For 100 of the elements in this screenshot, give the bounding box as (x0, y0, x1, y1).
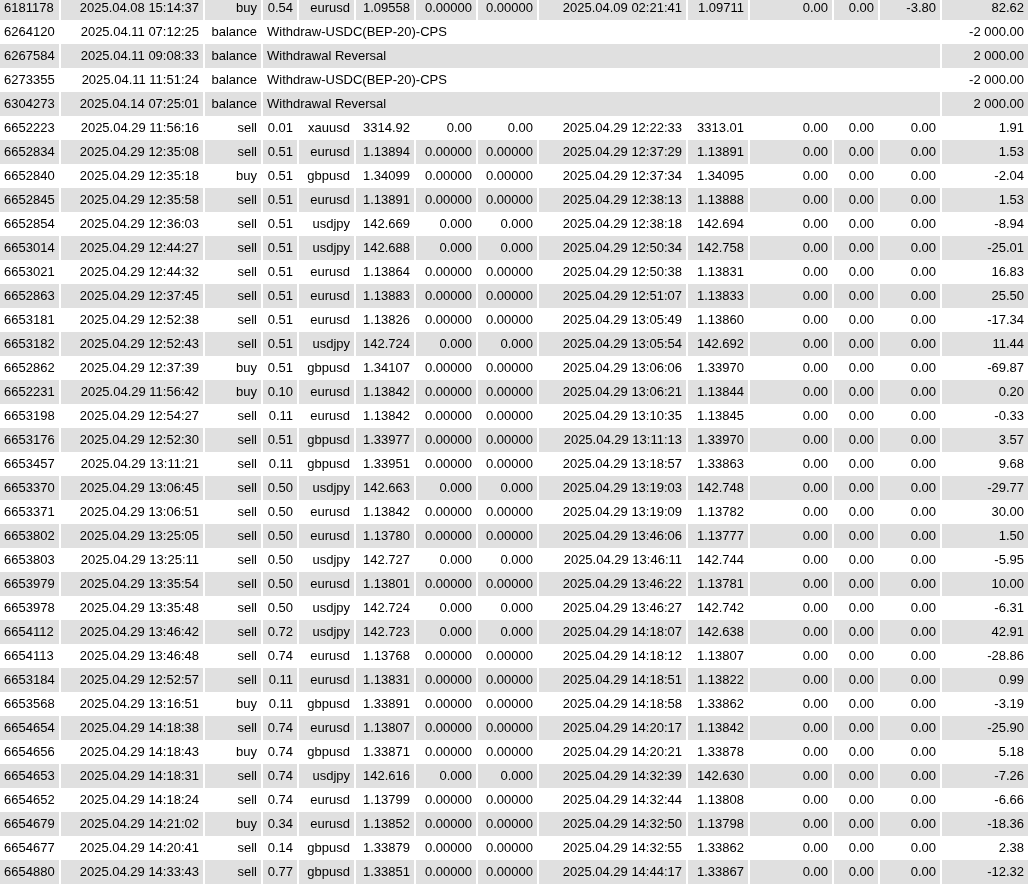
table-cell-text: eurusd (309, 647, 351, 665)
table-cell: 0.00000 (478, 140, 537, 164)
table-cell: 3.57 (942, 428, 1028, 452)
table-cell: 6653176 (0, 428, 59, 452)
table-cell-text: 1.13831 (696, 263, 745, 281)
table-cell: 0.00 (880, 524, 940, 548)
table-cell: 0.00000 (478, 0, 537, 20)
table-cell-text: 0.11 (267, 455, 294, 473)
table-cell: sell (205, 860, 261, 884)
table-cell-text: 2025.04.29 12:52:38 (78, 311, 200, 329)
table-cell: 2025.04.29 13:11:13 (539, 428, 686, 452)
table-cell: 1.13852 (356, 812, 414, 836)
table-cell: 0.00000 (478, 572, 537, 596)
table-cell: 6652834 (0, 140, 59, 164)
table-cell: 0.00 (880, 764, 940, 788)
table-cell: 0.50 (263, 476, 297, 500)
table-cell: 0.77 (263, 860, 297, 884)
table-cell: 2025.04.29 13:06:45 (61, 476, 203, 500)
table-cell-text: 0.00000 (424, 503, 473, 521)
table-cell: 2025.04.29 14:21:02 (61, 812, 203, 836)
table-cell-text: 142.694 (696, 215, 745, 233)
table-cell: 0.000 (416, 764, 476, 788)
table-cell: 0.00000 (478, 524, 537, 548)
table-cell-text: 6654656 (3, 743, 56, 761)
table-cell-text: 0.000 (499, 215, 534, 233)
table-cell: 0.00 (750, 764, 832, 788)
table-cell-text: 0.50 (266, 551, 294, 569)
table-cell: 0.00 (834, 716, 878, 740)
table-cell: 1.09558 (356, 0, 414, 20)
table-cell-text: usdjpy (311, 599, 351, 617)
table-cell: sell (205, 428, 261, 452)
table-cell: 0.00 (834, 524, 878, 548)
table-cell-text: -2.04 (993, 167, 1025, 185)
table-cell-text: 2025.04.29 14:20:21 (561, 743, 683, 761)
table-cell-text: 30.00 (990, 503, 1025, 521)
table-cell-text: usdjpy (311, 215, 351, 233)
table-cell-text: 2025.04.29 14:18:43 (78, 743, 200, 761)
table-cell: 0.00 (834, 0, 878, 20)
table-cell-text: 0.00 (847, 839, 875, 857)
table-cell: sell (205, 572, 261, 596)
table-cell-text: 1.33862 (696, 839, 745, 857)
table-cell-text: 0.00000 (424, 407, 473, 425)
table-cell: 0.00 (834, 572, 878, 596)
table-cell: 1.13798 (688, 812, 748, 836)
table-cell-text: 0.00 (909, 599, 937, 617)
table-cell: 0.00 (834, 860, 878, 884)
table-cell: 6653979 (0, 572, 59, 596)
table-cell: 0.00 (834, 380, 878, 404)
table-cell-text: 2025.04.11 07:12:25 (79, 23, 200, 41)
table-cell-text: Withdraw-USDC(BEP-20)-CPS (266, 71, 448, 89)
table-cell-text: 0.00 (909, 839, 937, 857)
table-cell-text: 2025.04.29 13:05:49 (561, 311, 683, 329)
table-cell: 0.00 (834, 188, 878, 212)
table-cell-text: 6653978 (3, 599, 56, 617)
table-cell: 0.00000 (416, 812, 476, 836)
table-cell: 0.00 (750, 860, 832, 884)
table-cell: 142.630 (688, 764, 748, 788)
table-cell-text: 0.74 (266, 791, 294, 809)
table-cell-text: usdjpy (311, 551, 351, 569)
table-cell: 2025.04.29 12:35:08 (61, 140, 203, 164)
table-cell-text: sell (236, 551, 258, 569)
table-cell-text: 0.00 (847, 167, 875, 185)
table-cell-text: 1.34107 (362, 359, 411, 377)
table-cell-text: 6653021 (3, 263, 56, 281)
table-cell-text: 0.00000 (424, 647, 473, 665)
table-cell-text: 2025.04.29 12:54:27 (78, 407, 200, 425)
table-cell: 2025.04.29 12:51:07 (539, 284, 686, 308)
table-cell: 6181178 (0, 0, 59, 20)
table-cell-text: 0.00000 (424, 359, 473, 377)
table-cell-text: 0.00000 (485, 695, 534, 713)
table-cell-text: 2025.04.29 13:06:51 (78, 503, 200, 521)
table-cell-text: 6273355 (3, 71, 56, 89)
table-cell-text: -2 000.00 (968, 71, 1025, 89)
table-cell: 142.688 (356, 236, 414, 260)
table-cell-text: 1.34099 (362, 167, 411, 185)
table-cell-text: 6652840 (3, 167, 56, 185)
table-cell-text: 2025.04.29 12:50:38 (561, 263, 683, 281)
table-cell-text: 2025.04.29 14:18:58 (561, 695, 683, 713)
table-cell-text: 0.00 (801, 455, 829, 473)
table-cell: eurusd (299, 0, 354, 20)
table-cell: 2025.04.29 13:46:22 (539, 572, 686, 596)
table-cell-text: 6653371 (3, 503, 56, 521)
table-cell: 0.00000 (416, 284, 476, 308)
table-cell-text: 1.13799 (362, 791, 411, 809)
table-cell-text: 0.00000 (424, 791, 473, 809)
table-cell: 0.00000 (416, 572, 476, 596)
table-cell-text: 1.33879 (362, 839, 411, 857)
table-cell-text: sell (236, 791, 258, 809)
table-cell-text: 1.33863 (696, 455, 745, 473)
table-cell-text: 2025.04.29 14:32:44 (561, 791, 683, 809)
table-cell: 0.00 (750, 428, 832, 452)
table-cell-text: 2025.04.29 13:06:06 (561, 359, 683, 377)
table-cell: 0.00 (750, 188, 832, 212)
table-cell-text: 1.13842 (362, 407, 411, 425)
table-cell: eurusd (299, 572, 354, 596)
table-cell-text: buy (235, 743, 258, 761)
table-cell-text: 0.00000 (485, 647, 534, 665)
table-cell: 6304273 (0, 92, 59, 116)
table-cell: 0.00 (880, 284, 940, 308)
table-cell-text: 0.00000 (485, 503, 534, 521)
